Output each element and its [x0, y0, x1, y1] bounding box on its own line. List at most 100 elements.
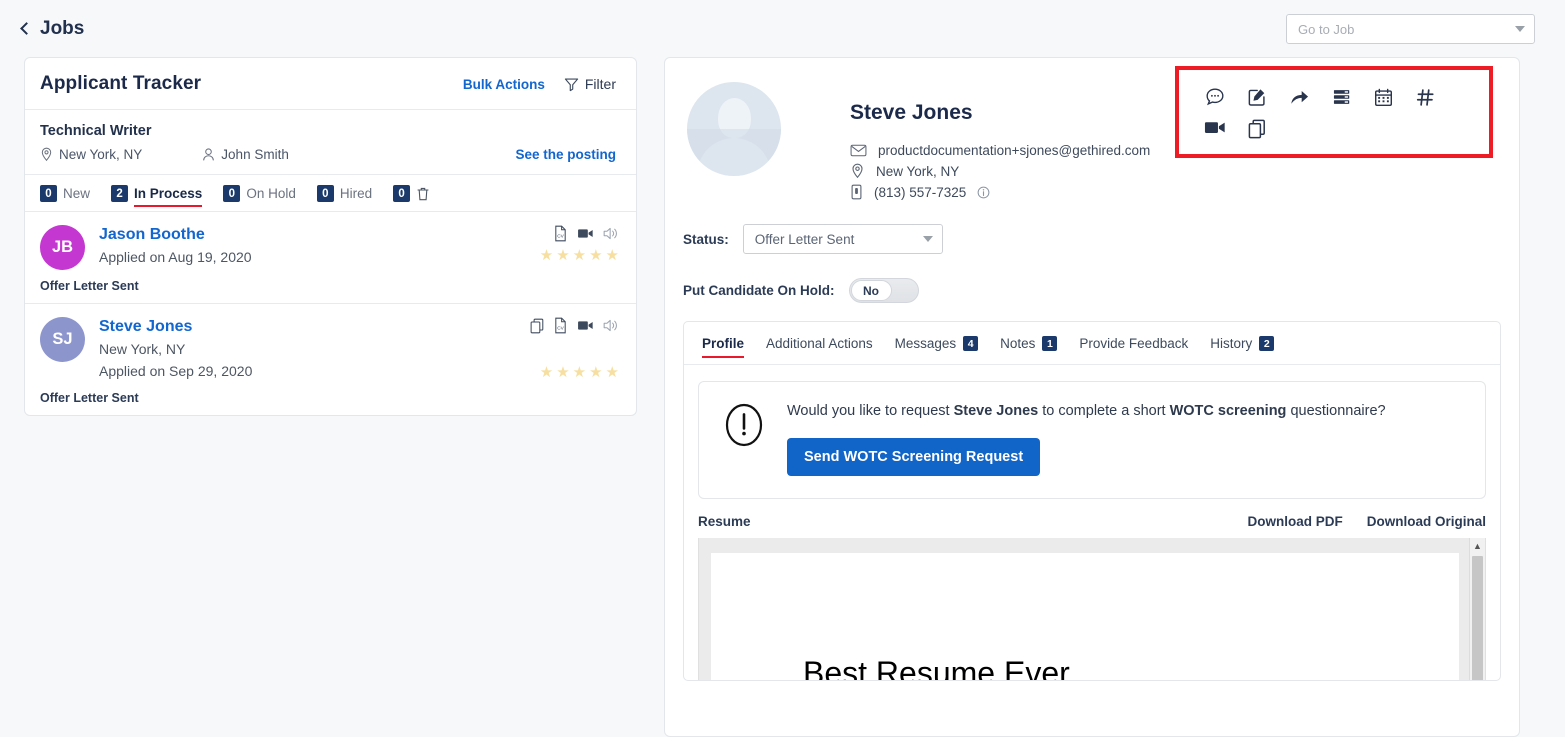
stage-hired[interactable]: 0 Hired	[317, 185, 372, 202]
main-layout: Applicant Tracker Bulk Actions Filter Te…	[0, 57, 1565, 737]
audio-icon[interactable]	[603, 318, 619, 333]
star-icon[interactable]: ★	[606, 365, 619, 380]
calendar-icon[interactable]	[1369, 82, 1397, 112]
scrollbar-thumb[interactable]	[1472, 556, 1483, 681]
page-title: Applicant Tracker	[40, 73, 201, 95]
goto-job-placeholder: Go to Job	[1298, 22, 1354, 37]
star-icon[interactable]: ★	[573, 365, 586, 380]
tab-history-badge: 2	[1259, 336, 1274, 351]
audio-icon[interactable]	[603, 226, 619, 241]
compose-icon[interactable]	[1243, 82, 1271, 112]
tab-profile-label: Profile	[702, 336, 744, 351]
forward-icon[interactable]	[1285, 82, 1313, 112]
candidate-phone: (813) 557-7325	[874, 185, 966, 200]
cv-icon[interactable]: CV	[553, 225, 568, 242]
resume-header: Resume Download PDF Download Original	[684, 499, 1500, 538]
applicant-rating[interactable]: ★ ★ ★ ★ ★	[540, 248, 619, 263]
tab-additional-actions-label: Additional Actions	[766, 336, 873, 351]
stage-filter-bar: 0 New 2 In Process 0 On Hold 0 Hired 0	[25, 175, 636, 212]
star-icon[interactable]: ★	[573, 248, 586, 263]
location-pin-icon	[40, 147, 53, 162]
silhouette-band	[687, 129, 781, 176]
send-wotc-screening-request-button[interactable]: Send WOTC Screening Request	[787, 438, 1040, 476]
tab-profile[interactable]: Profile	[702, 336, 744, 351]
candidate-phone-row: (813) 557-7325	[850, 184, 1150, 200]
star-icon[interactable]: ★	[606, 248, 619, 263]
resume-scrollbar[interactable]: ▲	[1469, 538, 1485, 681]
status-badge: Offer Letter Sent	[40, 279, 621, 293]
info-icon[interactable]	[977, 186, 990, 199]
star-icon[interactable]: ★	[556, 248, 569, 263]
copy-icon[interactable]	[1243, 114, 1271, 144]
candidate-detail-panel: Steve Jones productdocumentation+sjones@…	[664, 57, 1520, 737]
hashtag-icon[interactable]	[1411, 82, 1439, 112]
download-original-link[interactable]: Download Original	[1367, 514, 1486, 529]
candidate-name: Steve Jones	[850, 101, 1150, 125]
mobile-phone-icon	[850, 184, 863, 200]
tab-provide-feedback-label: Provide Feedback	[1079, 336, 1188, 351]
video-icon[interactable]	[1201, 112, 1229, 142]
candidate-contact: productdocumentation+sjones@gethired.com…	[850, 143, 1150, 200]
stage-in-process[interactable]: 2 In Process	[111, 185, 202, 202]
chevron-down-icon	[923, 236, 933, 242]
candidate-email[interactable]: productdocumentation+sjones@gethired.com	[878, 143, 1150, 158]
candidate-location: New York, NY	[876, 164, 959, 179]
video-icon[interactable]	[577, 319, 594, 332]
stage-active-underline	[134, 205, 202, 208]
applicant-location: New York, NY	[99, 339, 252, 359]
tracker-header: Applicant Tracker Bulk Actions Filter	[25, 58, 636, 110]
top-bar: Jobs Go to Job	[0, 0, 1565, 57]
candidate-location-row: New York, NY	[850, 163, 1150, 179]
goto-job-select[interactable]: Go to Job	[1286, 14, 1535, 44]
applicant-name-link[interactable]: Jason Boothe	[99, 225, 252, 245]
download-pdf-link[interactable]: Download PDF	[1247, 514, 1342, 529]
star-icon[interactable]: ★	[589, 365, 602, 380]
job-location: New York, NY	[40, 147, 142, 162]
table-row[interactable]: JB Jason Boothe Applied on Aug 19, 2020 …	[25, 212, 636, 304]
applicant-rating[interactable]: ★ ★ ★ ★ ★	[540, 365, 619, 380]
stage-on-hold[interactable]: 0 On Hold	[223, 185, 296, 202]
filter-button[interactable]: Filter	[564, 76, 616, 92]
status-select[interactable]: Offer Letter Sent	[743, 224, 943, 254]
copy-icon[interactable]	[530, 318, 544, 334]
comment-icon[interactable]	[1201, 82, 1229, 112]
see-the-posting-link[interactable]: See the posting	[515, 147, 616, 162]
bulk-actions-button[interactable]: Bulk Actions	[463, 77, 545, 92]
back-to-jobs-link[interactable]: Jobs	[22, 18, 84, 40]
toggle-value: No	[863, 284, 879, 298]
tab-notes[interactable]: Notes 1	[1000, 336, 1057, 351]
stage-new[interactable]: 0 New	[40, 185, 90, 202]
applicant-name-link[interactable]: Steve Jones	[99, 317, 252, 337]
cv-icon[interactable]: CV	[553, 317, 568, 334]
list-icon[interactable]	[1327, 82, 1355, 112]
stage-hired-label: Hired	[340, 186, 372, 201]
resume-document-title: Best Resume Ever	[803, 655, 1070, 681]
tab-history[interactable]: History 2	[1210, 336, 1274, 351]
back-to-jobs-label: Jobs	[40, 18, 84, 40]
table-row[interactable]: SJ Steve Jones New York, NY Applied on S…	[25, 304, 636, 415]
avatar-initials: SJ	[52, 330, 72, 349]
chevron-left-icon	[20, 22, 33, 35]
stage-hired-count: 0	[317, 185, 334, 202]
avatar-initials: JB	[52, 238, 73, 257]
tab-messages[interactable]: Messages 4	[895, 336, 979, 351]
stage-archived[interactable]: 0	[393, 185, 430, 202]
wotc-body: Would you like to request Steve Jones to…	[787, 402, 1386, 476]
star-icon[interactable]: ★	[556, 365, 569, 380]
put-on-hold-toggle[interactable]: No	[849, 278, 919, 303]
job-recruiter-label: John Smith	[221, 147, 289, 162]
star-icon[interactable]: ★	[589, 248, 602, 263]
wotc-screening-card: Would you like to request Steve Jones to…	[698, 381, 1486, 499]
location-pin-icon	[850, 163, 865, 179]
tab-additional-actions[interactable]: Additional Actions	[766, 336, 873, 351]
star-icon[interactable]: ★	[540, 365, 553, 380]
avatar: SJ	[40, 317, 85, 362]
video-icon[interactable]	[577, 227, 594, 240]
tab-provide-feedback[interactable]: Provide Feedback	[1079, 336, 1188, 351]
wotc-text-1: Would you like to request	[787, 403, 954, 419]
star-icon[interactable]: ★	[540, 248, 553, 263]
resume-label: Resume	[698, 514, 751, 529]
scroll-up-icon[interactable]: ▲	[1470, 538, 1485, 555]
toggle-knob: No	[851, 280, 892, 301]
applicant-info: Jason Boothe Applied on Aug 19, 2020	[99, 225, 252, 270]
